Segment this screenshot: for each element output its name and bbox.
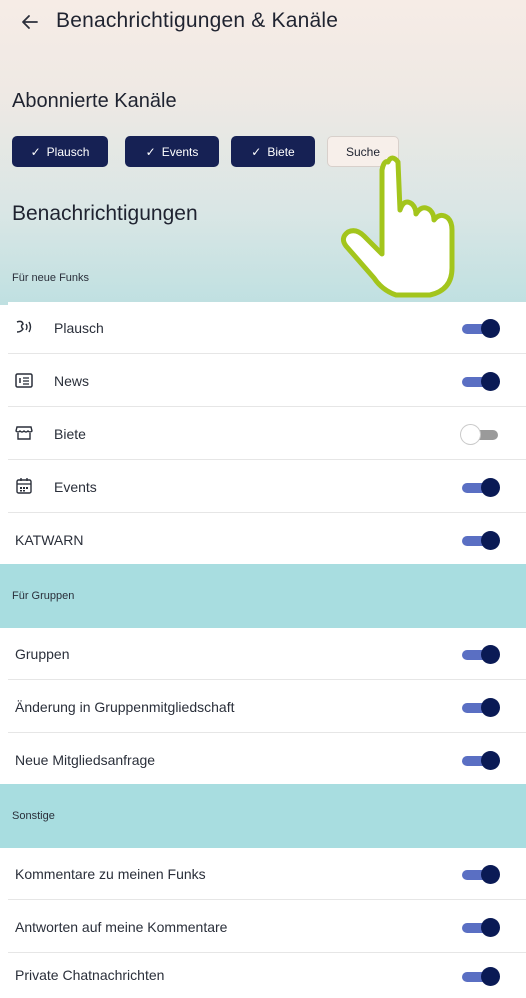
setting-row-katwarn: KATWARN [8,514,526,566]
chip-label: Suche [345,144,381,159]
setting-label: Gruppen [15,645,70,662]
chip-suche[interactable]: Suche [327,136,399,167]
back-arrow-icon[interactable] [18,10,42,34]
setting-label: Kommentare zu meinen Funks [15,865,206,882]
setting-row-plausch: Plausch [8,302,526,354]
setting-label: Neue Mitgliedsanfrage [15,752,156,768]
chip-label: Plausch [46,144,90,159]
toggle-plausch[interactable] [462,319,500,338]
setting-row-biete: Biete [8,408,526,460]
toggle-biete[interactable] [461,425,500,444]
check-icon: ✓ [145,144,156,159]
chip-plausch[interactable]: ✓ Plausch [12,136,108,167]
group-label-groups: Für Gruppen [0,564,526,628]
news-icon [14,370,34,390]
store-icon [14,423,34,443]
toggle-katwarn[interactable] [462,531,500,550]
calendar-icon [14,476,34,496]
setting-row-events: Events [8,461,526,513]
setting-label: Private Chatnachrichten [15,967,165,983]
setting-row-news: News [8,355,526,407]
setting-row-membership-change: Änderung in Gruppenmitgliedschaft [8,681,526,733]
setting-label: News [54,372,90,389]
setting-row-membership-request: Neue Mitgliedsanfrage [8,734,526,786]
chip-events[interactable]: ✓ Events [125,136,219,167]
setting-label: Plausch [54,319,104,336]
setting-row-private-chat: Private Chatnachrichten [8,954,526,998]
chat-sound-icon [14,317,34,337]
toggle-news[interactable] [462,372,500,391]
toggle-private-chat[interactable] [462,967,500,986]
setting-label: Antworten auf meine Kommentare [15,918,228,935]
check-icon: ✓ [30,144,41,159]
toggle-membership-change[interactable] [462,698,500,717]
toggle-comments[interactable] [462,865,500,884]
setting-row-comments: Kommentare zu meinen Funks [8,848,526,900]
setting-label: KATWARN [15,532,84,548]
setting-row-replies: Antworten auf meine Kommentare [8,901,526,953]
subscribed-channels-heading: Abonnierte Kanäle [12,90,177,112]
setting-row-gruppen: Gruppen [8,628,526,680]
toggle-events[interactable] [462,478,500,497]
group-label-other: Sonstige [0,784,526,848]
chip-label: Events [161,144,199,159]
chip-label: Biete [267,144,295,159]
notifications-heading: Benachrichtigungen [12,202,198,225]
page-title: Benachrichtigungen & Kanäle [56,9,339,32]
setting-label: Events [54,478,97,495]
toggle-membership-request[interactable] [462,751,500,770]
chip-biete[interactable]: ✓ Biete [231,136,315,167]
app-header: Benachrichtigungen & Kanäle [0,0,526,48]
setting-label: Änderung in Gruppenmitgliedschaft [15,698,235,715]
toggle-gruppen[interactable] [462,645,500,664]
group-label-new-funks: Für neue Funks [12,272,90,284]
check-icon: ✓ [251,144,262,159]
setting-label: Biete [54,425,86,442]
toggle-replies[interactable] [462,918,500,937]
